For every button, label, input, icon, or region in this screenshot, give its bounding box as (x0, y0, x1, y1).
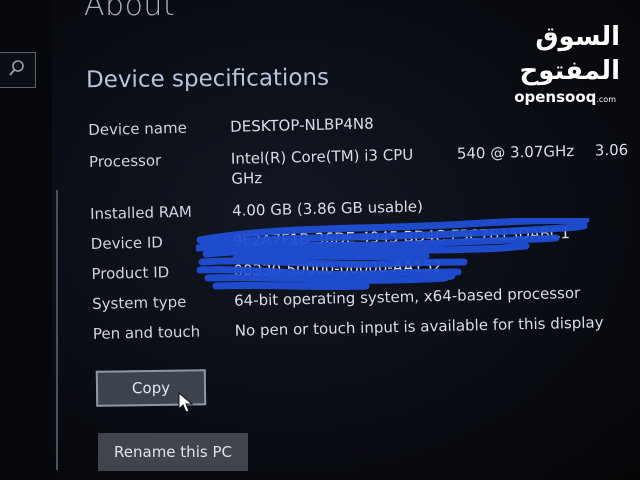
settings-nav-pane (0, 0, 52, 480)
spec-value: No pen or touch input is available for t… (234, 313, 604, 340)
watermark-suffix: .com (596, 95, 616, 104)
spec-row-installed-ram: Installed RAM 4.00 GB (3.86 GB usable) (90, 192, 630, 224)
opensooq-watermark: السوق المفتوح opensooq.com (460, 20, 620, 109)
spec-row-processor: Processor Intel(R) Core(TM) i3 CPU 540 @… (89, 140, 630, 192)
spec-label: Device name (88, 118, 188, 139)
spec-row-pen-and-touch: Pen and touch No pen or touch input is a… (93, 312, 633, 344)
spec-label: Installed RAM (89, 202, 193, 223)
spec-label: Product ID (91, 263, 170, 283)
processor-frequency: 540 @ 3.07GHz (456, 141, 575, 163)
spec-row-system-type: System type 64-bit operating system, x64… (92, 282, 632, 314)
spec-value: DESKTOP-NLBP4N8 (229, 114, 374, 136)
spec-label: Processor (88, 151, 162, 171)
spec-row-device-id: Device ID 9E2A7F1B-36DE-4945-BD4C-F5C7B1… (91, 222, 631, 254)
find-setting-search-box[interactable] (0, 52, 36, 88)
screen: About Device specifications Device name … (0, 0, 640, 480)
spec-value: 64-bit operating system, x64-based proce… (233, 283, 581, 310)
spec-label: System type (91, 292, 187, 313)
spec-label: Pen and touch (92, 322, 201, 343)
spec-value-redacted: 00330-50000-00000-AA152 (233, 257, 443, 280)
watermark-brand: opensooq (514, 88, 597, 106)
spec-row-product-id: Product ID 00330-50000-00000-AA152 (91, 252, 631, 284)
device-specifications-list: Device name DESKTOP-NLBP4N8 Processor In… (88, 108, 633, 344)
search-icon (9, 60, 24, 76)
section-title: Device specifications (85, 64, 330, 94)
spec-value: 4.00 GB (3.86 GB usable) (231, 197, 424, 220)
scrollbar[interactable] (56, 190, 58, 470)
rename-pc-button[interactable]: Rename this PC (98, 433, 248, 471)
spec-value: Intel(R) Core(TM) i3 CPU 540 @ 3.07GHz 3… (231, 140, 636, 189)
mouse-pointer-icon (178, 392, 194, 413)
spec-label: Device ID (90, 233, 164, 253)
processor-speed: 3.06 (594, 140, 629, 160)
spec-row-device-name: Device name DESKTOP-NLBP4N8 (88, 108, 628, 140)
watermark-arabic-text: السوق المفتوح (519, 22, 620, 86)
spec-value-redacted: 9E2A7F1B-36DE-4945-BD4C-F5C7B13DABC1 (232, 224, 571, 250)
watermark-latin-text: opensooq.com (460, 88, 616, 109)
page-title: About (84, 0, 176, 23)
